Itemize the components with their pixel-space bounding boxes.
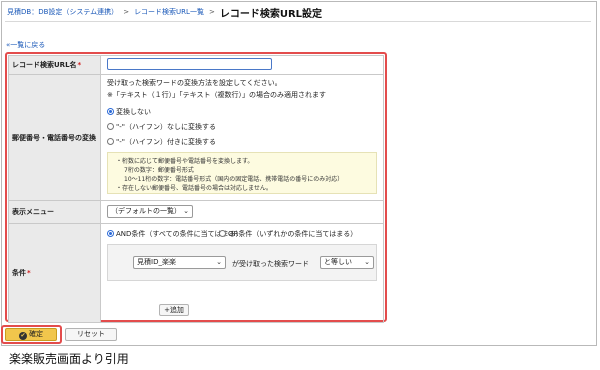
name-field-label: レコード検索URL名* <box>8 55 101 75</box>
info-line: ・桁数に応じて郵便番号や電話番号を変換します。 <box>116 158 254 165</box>
condition-label: 条件* <box>8 223 101 323</box>
radio-selected-icon <box>107 230 114 237</box>
title-divider <box>5 21 591 22</box>
condition-field-select[interactable]: 見積ID_楽楽 ⌄ <box>133 256 226 269</box>
conversion-option-none[interactable]: 変換しない <box>107 107 151 117</box>
info-line: ・存在しない郵便番号、電話番号の場合は対応しません。 <box>116 185 272 192</box>
page-title: レコード検索URL設定 <box>219 8 323 20</box>
conversion-description: 受け取った検索ワードの変換方法を設定してください。 <box>107 79 282 87</box>
reset-button[interactable]: リセット <box>65 328 117 341</box>
breadcrumb-separator: > <box>208 8 215 16</box>
info-line: 10～11桁の数字：電話番号形式（国内の固定電話、携帯電話の番号にのみ対応） <box>124 176 344 183</box>
breadcrumb-separator: > <box>123 8 130 16</box>
breadcrumb-link-db-settings[interactable]: 見積DB：DB設定（システム連携） <box>7 7 118 17</box>
condition-option-or[interactable]: OR条件（いずれかの条件に当てはまる） <box>219 229 357 239</box>
search-url-name-input[interactable] <box>107 58 272 70</box>
breadcrumb-link-url-list[interactable]: レコード検索URL一覧 <box>134 7 204 17</box>
breadcrumb: 見積DB：DB設定（システム連携） > レコード検索URL一覧 > レコード検索… <box>7 6 323 20</box>
conversion-label: 郵便番号・電話番号の変換 <box>8 74 101 201</box>
condition-operator-select[interactable]: と等しい ⌄ <box>320 256 374 269</box>
radio-selected-icon <box>107 108 114 115</box>
radio-icon <box>219 230 226 237</box>
conversion-option-no-hyphen[interactable]: "-"（ハイフン）なしに変換する <box>107 122 216 132</box>
condition-middle-text: が受け取った検索ワード <box>232 260 309 268</box>
condition-row: 見積ID_楽楽 ⌄ が受け取った検索ワード と等しい ⌄ <box>107 244 377 281</box>
display-menu-select[interactable]: （デフォルトの一覧） ⌄ <box>107 205 193 218</box>
info-line: 7桁の数字：郵便番号形式 <box>124 167 194 174</box>
conversion-info-box: ・桁数に応じて郵便番号や電話番号を変換します。 7桁の数字：郵便番号形式 10～… <box>107 152 377 194</box>
add-condition-button[interactable]: +追加 <box>159 304 189 316</box>
radio-icon <box>107 138 114 145</box>
radio-icon <box>107 123 114 130</box>
chevron-down-icon: ⌄ <box>364 258 370 266</box>
menu-label: 表示メニュー <box>8 200 101 224</box>
confirm-button[interactable]: ✔ 確定 <box>5 328 57 341</box>
image-caption: 楽楽販売画面より引用 <box>9 352 129 366</box>
conversion-option-with-hyphen[interactable]: "-"（ハイフン）付きに変換する <box>107 137 216 147</box>
back-to-list-link[interactable]: «一覧に戻る <box>6 40 45 50</box>
check-icon: ✔ <box>19 332 27 340</box>
chevron-down-icon: ⌄ <box>183 207 189 215</box>
chevron-down-icon: ⌄ <box>216 258 222 266</box>
settings-form: レコード検索URL名* 郵便番号・電話番号の変換 受け取った検索ワードの変換方法… <box>8 55 384 323</box>
conversion-note: ※「テキスト（１行）」「テキスト（複数行）」の場合のみ適用されます <box>107 91 326 99</box>
